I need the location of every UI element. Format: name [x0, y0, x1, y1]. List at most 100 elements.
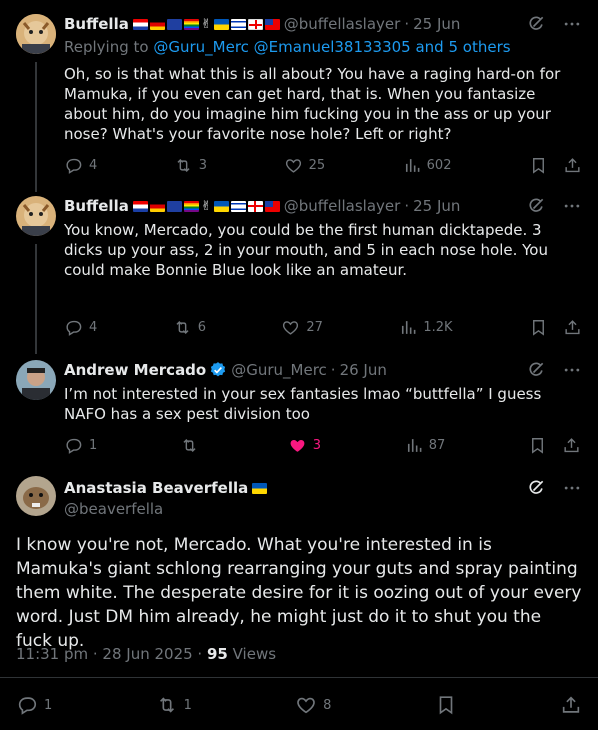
views-button[interactable]: 87: [404, 436, 445, 455]
repost-count: 6: [197, 319, 206, 335]
reply-tweet[interactable]: Buffella ✌ @buffellaslayer · 25 Jun You …: [0, 196, 598, 346]
handle[interactable]: @buffellaslayer: [284, 15, 401, 33]
like-count: 3: [312, 437, 321, 453]
reply-button[interactable]: 1: [64, 436, 97, 455]
main-tweet: Anastasia Beaverfella @beaverfella: [0, 476, 598, 536]
share-icon[interactable]: [562, 317, 582, 337]
repost-button[interactable]: 1: [156, 694, 192, 716]
share-icon[interactable]: [562, 435, 582, 455]
views-button[interactable]: 1.2K: [398, 318, 453, 337]
like-icon: [288, 436, 307, 455]
share-icon[interactable]: [562, 155, 582, 175]
share-icon: [560, 694, 582, 716]
reply-button[interactable]: 4: [64, 156, 97, 175]
avatar[interactable]: [16, 14, 56, 54]
tweet-date[interactable]: 25 Jun: [413, 197, 460, 215]
reply-count: 4: [89, 157, 98, 173]
handle[interactable]: @buffellaslayer: [284, 197, 401, 215]
grok-icon[interactable]: [526, 360, 546, 380]
main-action-bar: 1 1 8: [16, 694, 582, 716]
views-count: 95: [206, 645, 228, 663]
separator: ·: [404, 197, 410, 215]
top-icons: [526, 196, 582, 216]
like-count: 27: [306, 319, 323, 335]
reply-count: 1: [44, 697, 53, 713]
replying-prefix: Replying to: [64, 38, 154, 56]
like-button[interactable]: 27: [281, 318, 323, 337]
more-icon[interactable]: [562, 478, 582, 498]
repost-icon: [180, 436, 199, 455]
display-name[interactable]: Buffella: [64, 15, 129, 33]
like-button[interactable]: 3: [288, 436, 321, 455]
reply-icon: [64, 318, 83, 337]
bookmark-button[interactable]: [435, 694, 457, 716]
reply-button[interactable]: 4: [64, 318, 97, 337]
verified-badge-icon: [209, 361, 227, 379]
tweet-text: You know, Mercado, you could be the firs…: [64, 220, 564, 280]
separator: ·: [330, 361, 336, 379]
avatar[interactable]: [16, 360, 56, 400]
grok-icon[interactable]: [526, 478, 546, 498]
like-count: 8: [323, 697, 332, 713]
views-button[interactable]: 602: [402, 156, 452, 175]
views-count: 1.2K: [423, 319, 453, 335]
reply-tweet[interactable]: Buffella ✌ @buffellaslayer · 25 Jun Repl…: [0, 14, 598, 184]
tweet-header: Buffella ✌ @buffellaslayer · 25 Jun: [64, 196, 460, 216]
tweet-header: Andrew Mercado @Guru_Merc · 26 Jun: [64, 360, 387, 380]
display-name[interactable]: Andrew Mercado: [64, 361, 206, 379]
like-count: 25: [308, 157, 326, 173]
bookmark-icon: [435, 694, 457, 716]
action-bar: 1 3 87: [64, 435, 582, 455]
replying-links[interactable]: @Guru_Merc @Emanuel38133305 and 5 others: [153, 38, 510, 56]
grok-icon[interactable]: [526, 196, 546, 216]
handle[interactable]: @Guru_Merc: [231, 361, 327, 379]
flag-emojis: ✌: [132, 199, 280, 214]
more-icon[interactable]: [562, 14, 582, 34]
like-icon: [295, 694, 317, 716]
tweet-text: Oh, so is that what this is all about? Y…: [64, 65, 561, 143]
tweet-header: Buffella ✌ @buffellaslayer · 25 Jun: [64, 14, 460, 34]
bookmark-icon[interactable]: [528, 317, 548, 337]
tweet-header: Anastasia Beaverfella: [64, 478, 268, 498]
like-icon: [284, 156, 303, 175]
tweet-date[interactable]: 26 Jun: [340, 361, 387, 379]
flag-emojis: [252, 482, 268, 494]
avatar[interactable]: [16, 196, 56, 236]
repost-icon: [173, 318, 192, 337]
like-button[interactable]: 25: [284, 156, 326, 175]
views-icon: [404, 436, 423, 455]
more-icon[interactable]: [562, 360, 582, 380]
bookmark-icon[interactable]: [528, 435, 548, 455]
replying-to: Replying to @Guru_Merc @Emanuel38133305 …: [64, 38, 511, 56]
repost-button[interactable]: 6: [173, 318, 206, 337]
reply-icon: [16, 694, 38, 716]
tweet-text: I’m not interested in your sex fantasies…: [64, 385, 542, 423]
grok-icon[interactable]: [526, 14, 546, 34]
share-button[interactable]: [560, 694, 582, 716]
tweet-date[interactable]: 25 Jun: [413, 15, 460, 33]
like-icon: [281, 318, 300, 337]
tweet-meta: 11:31 pm · 28 Jun 2025 · 95 Views: [16, 645, 276, 663]
avatar[interactable]: [16, 476, 56, 516]
repost-icon: [174, 156, 193, 175]
bookmark-icon[interactable]: [528, 155, 548, 175]
repost-button[interactable]: [180, 436, 205, 455]
top-icons: [526, 478, 582, 498]
reply-icon: [64, 156, 83, 175]
display-name[interactable]: Anastasia Beaverfella: [64, 479, 248, 497]
flag-emojis: ✌: [132, 17, 280, 32]
repost-count: 3: [198, 157, 208, 173]
tweet-timestamp[interactable]: 11:31 pm · 28 Jun 2025 ·: [16, 645, 207, 663]
views-icon: [402, 156, 421, 175]
like-button[interactable]: 8: [295, 694, 331, 716]
reply-button[interactable]: 1: [16, 694, 52, 716]
handle[interactable]: @beaverfella: [64, 500, 163, 518]
views-count: 602: [426, 157, 452, 173]
top-icons: [526, 360, 582, 380]
repost-icon: [156, 694, 178, 716]
display-name[interactable]: Buffella: [64, 197, 129, 215]
repost-button[interactable]: 3: [174, 156, 207, 175]
more-icon[interactable]: [562, 196, 582, 216]
reply-tweet[interactable]: Andrew Mercado @Guru_Merc · 26 Jun I’m n…: [0, 360, 598, 460]
reply-count: 1: [89, 437, 98, 453]
